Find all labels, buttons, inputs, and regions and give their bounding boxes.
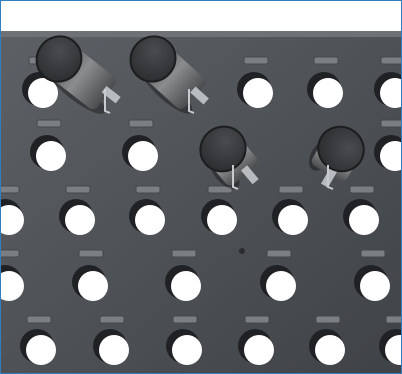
pegboard-hole-icon — [278, 205, 308, 235]
board-screw — [239, 248, 245, 254]
pegboard-hole-icon — [128, 141, 158, 171]
hook-clip-icon — [278, 185, 304, 194]
pegboard-hole-icon — [207, 205, 237, 235]
pegboard-hole-icon — [313, 78, 343, 108]
pegboard-hole-icon — [65, 205, 95, 235]
hook-clip-icon — [99, 315, 125, 324]
hook-clip-icon — [315, 315, 341, 324]
hook-clip-icon — [65, 185, 91, 194]
pegboard-hole-icon — [172, 335, 202, 365]
pegboard-hole-icon — [266, 271, 296, 301]
hook-clip-icon — [385, 315, 401, 324]
pegboard-hole-icon — [360, 271, 390, 301]
hook-clip-icon — [243, 56, 269, 65]
pegboard-hole-icon — [315, 335, 345, 365]
hook-clip-icon — [135, 185, 161, 194]
hook-clip-icon — [26, 315, 52, 324]
pegboard-hole-icon — [99, 335, 129, 365]
photo-frame — [0, 0, 402, 374]
hook-clip-icon — [313, 56, 339, 65]
hook-clip-icon — [244, 315, 270, 324]
hook-clip-icon — [1, 185, 20, 194]
hook-clip-icon — [349, 185, 375, 194]
pegboard-hole-icon — [36, 141, 66, 171]
hook-clip-icon — [380, 119, 401, 128]
pegboard-hole-icon — [28, 78, 58, 108]
pegboard-hole-icon — [78, 271, 108, 301]
hook-clip-icon — [380, 56, 401, 65]
hook-clip-icon — [360, 249, 386, 258]
hook-clip-icon — [266, 249, 292, 258]
pegboard-hole-icon — [243, 78, 273, 108]
pegboard-photo — [1, 31, 401, 373]
pegboard-hole-icon — [244, 335, 274, 365]
pegboard-hole-icon — [171, 271, 201, 301]
pegboard-hole-icon — [26, 335, 56, 365]
hook-clip-icon — [171, 249, 197, 258]
hook-clip-icon — [36, 119, 62, 128]
hook-clip-icon — [78, 249, 104, 258]
pegboard-hole-icon — [135, 205, 165, 235]
pegboard-hole-icon — [349, 205, 379, 235]
hook-clip-icon — [1, 249, 20, 258]
hook-clip-icon — [172, 315, 198, 324]
hook-clip-icon — [128, 119, 154, 128]
